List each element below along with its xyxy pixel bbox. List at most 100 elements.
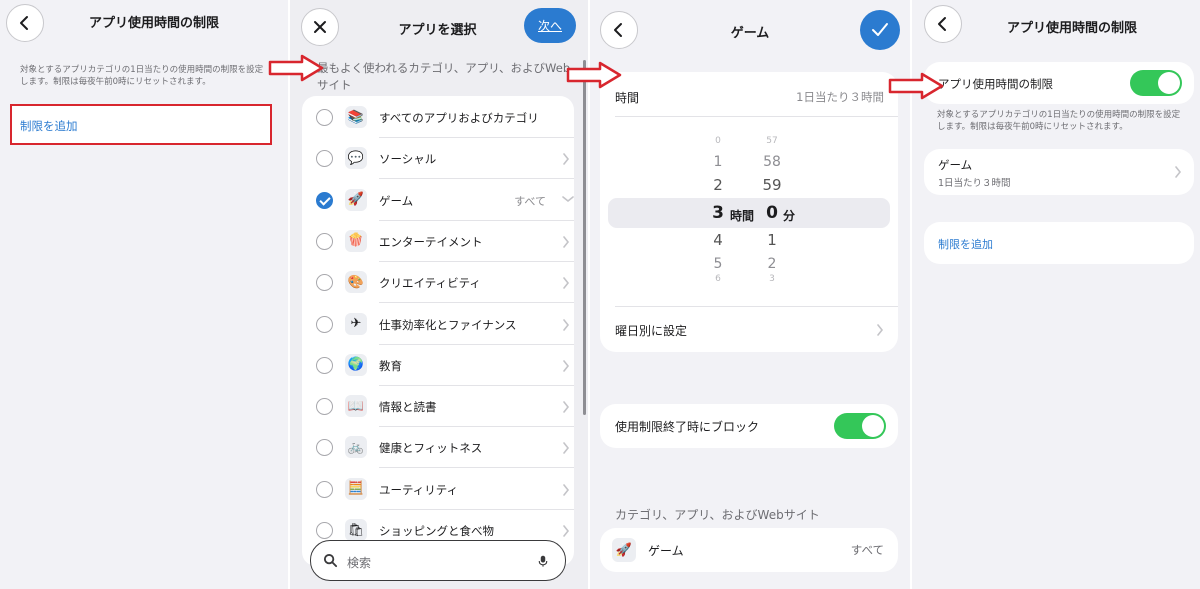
category-value: すべて bbox=[850, 543, 884, 557]
limits-toggle[interactable] bbox=[1130, 70, 1182, 96]
scrollbar[interactable] bbox=[583, 60, 586, 415]
checkmark-icon bbox=[872, 23, 888, 36]
category-label: 健康とフィットネス bbox=[379, 441, 483, 456]
category-row[interactable]: 🎨 クリエイティビティ bbox=[312, 262, 574, 304]
description: 対象とするアプリカテゴリの1日当たりの使用時間の制限を設定します。制限は毎夜午前… bbox=[937, 110, 1181, 132]
picker-hour: 2 bbox=[713, 176, 723, 194]
section-header: カテゴリ、アプリ、およびWebサイト bbox=[615, 508, 820, 522]
add-limit-button[interactable]: 制限を追加 bbox=[924, 222, 1194, 264]
category-icon: 🚲 bbox=[345, 436, 367, 459]
page-title: アプリ使用時間の制限 bbox=[1006, 21, 1137, 36]
chevron-right-icon bbox=[562, 153, 570, 166]
picker-hour-selected: 3 bbox=[712, 203, 724, 223]
search-placeholder: 検索 bbox=[347, 556, 372, 570]
picker-hour: 0 bbox=[715, 136, 721, 146]
block-toggle[interactable] bbox=[834, 413, 886, 439]
category-label: 情報と読書 bbox=[379, 400, 437, 415]
arrow-right-icon bbox=[888, 72, 944, 100]
rocket-icon: 🚀 bbox=[612, 538, 636, 562]
unchecked-radio[interactable] bbox=[316, 439, 333, 457]
hours-unit: 時間 bbox=[730, 209, 755, 223]
category-row[interactable]: 🚲 健康とフィットネス bbox=[312, 427, 574, 469]
category-row[interactable]: ✈ 仕事効率化とファイナンス bbox=[312, 304, 574, 345]
category-name: ゲーム bbox=[648, 544, 684, 558]
picker-minute: 1 bbox=[767, 231, 777, 249]
category-row[interactable]: 🚀 ゲーム すべて bbox=[600, 528, 898, 572]
back-button[interactable] bbox=[6, 4, 44, 42]
arrow-right-icon bbox=[566, 61, 622, 89]
chevron-right-icon bbox=[562, 277, 570, 289]
limits-toggle-row: アプリ使用時間の制限 bbox=[924, 62, 1194, 104]
time-label: 時間 bbox=[615, 91, 640, 105]
back-button[interactable] bbox=[600, 11, 638, 49]
picker-minute: 3 bbox=[769, 274, 775, 284]
chevron-right-icon bbox=[562, 318, 570, 331]
unchecked-radio[interactable] bbox=[316, 274, 333, 292]
unchecked-radio[interactable] bbox=[316, 150, 333, 168]
screen-time-limits-result: アプリ使用時間の制限 アプリ使用時間の制限 対象とするアプリカテゴリの1日当たり… bbox=[912, 0, 1200, 589]
picker-minute: 59 bbox=[762, 176, 782, 194]
sheet-title: アプリを選択 bbox=[398, 23, 477, 38]
chevron-right-icon bbox=[562, 525, 570, 537]
microphone-icon[interactable] bbox=[537, 553, 549, 569]
game-limit-editor: ゲーム 時間 1日当たり３時間 0 1 2 3 時間 4 5 6 57 58 5… bbox=[590, 0, 910, 589]
time-picker[interactable]: 0 1 2 3 時間 4 5 6 57 58 59 0 分 1 2 3 bbox=[600, 122, 898, 292]
unchecked-radio[interactable] bbox=[316, 480, 333, 498]
category-row[interactable]: 📚 すべてのアプリおよびカテゴリ bbox=[312, 97, 574, 138]
chevron-left-icon bbox=[614, 23, 622, 37]
picker-minute: 57 bbox=[766, 136, 778, 146]
back-button[interactable] bbox=[924, 5, 962, 43]
category-row[interactable]: 🌍 教育 bbox=[312, 345, 574, 386]
game-limit-row[interactable]: ゲーム 1日当たり３時間 bbox=[924, 149, 1194, 195]
confirm-button[interactable] bbox=[860, 10, 900, 50]
unchecked-radio[interactable] bbox=[316, 356, 333, 374]
unchecked-radio[interactable] bbox=[316, 315, 333, 333]
category-row[interactable]: 🧮 ユーティリティ bbox=[312, 469, 574, 510]
picker-minute: 58 bbox=[763, 154, 781, 170]
limit-name: ゲーム bbox=[938, 158, 973, 172]
block-label: 使用制限終了時にブロック bbox=[615, 420, 760, 434]
category-row[interactable]: 📖 情報と読書 bbox=[312, 386, 574, 428]
close-icon bbox=[314, 21, 326, 33]
chevron-right-icon bbox=[562, 442, 570, 455]
page-title: ゲーム bbox=[730, 26, 770, 41]
search-input[interactable]: 検索 bbox=[310, 540, 566, 581]
limit-value: 1日当たり３時間 bbox=[938, 178, 1011, 189]
time-value: 1日当たり３時間 bbox=[796, 90, 884, 104]
description: 対象とするアプリカテゴリの1日当たりの使用時間の制限を設定します。制限は毎夜午前… bbox=[20, 65, 264, 87]
chevron-right-icon bbox=[562, 359, 570, 372]
chevron-right-icon bbox=[562, 483, 570, 496]
add-limit-button[interactable]: 制限を追加 bbox=[10, 104, 272, 145]
category-icon: 🌍 bbox=[345, 353, 367, 376]
category-label: すべてのアプリおよびカテゴリ bbox=[379, 111, 539, 125]
category-label: クリエイティビティ bbox=[379, 276, 481, 291]
category-row[interactable]: 🚀 ゲーム すべて bbox=[312, 180, 574, 221]
close-button[interactable] bbox=[301, 8, 339, 46]
arrow-right-icon bbox=[268, 54, 324, 82]
chevron-right-icon bbox=[562, 236, 570, 248]
checked-radio[interactable] bbox=[316, 191, 333, 209]
toggle-label: アプリ使用時間の制限 bbox=[938, 77, 1053, 91]
per-day-row[interactable]: 曜日別に設定 bbox=[600, 307, 898, 352]
picker-hour: 4 bbox=[713, 231, 723, 249]
unchecked-radio[interactable] bbox=[316, 398, 333, 416]
section-header: 最もよく使われるカテゴリ、アプリ、およびWebサイト bbox=[317, 61, 571, 92]
picker-hour: 5 bbox=[713, 256, 723, 272]
block-at-end-row: 使用制限終了時にブロック bbox=[600, 404, 898, 448]
category-icon: ✈ bbox=[345, 312, 367, 335]
category-label: ユーティリティ bbox=[379, 482, 459, 497]
chevron-left-icon bbox=[20, 16, 28, 30]
next-button[interactable]: 次へ bbox=[524, 8, 576, 43]
category-row[interactable]: 💬 ソーシャル bbox=[312, 138, 574, 180]
picker-hour: 1 bbox=[713, 154, 723, 170]
unchecked-radio[interactable] bbox=[316, 522, 333, 539]
unchecked-radio[interactable] bbox=[316, 232, 333, 250]
category-label: 教育 bbox=[379, 358, 402, 373]
add-limit-label: 制限を追加 bbox=[938, 238, 993, 251]
unchecked-radio[interactable] bbox=[316, 109, 333, 126]
choose-apps-sheet: アプリを選択 次へ 最もよく使われるカテゴリ、アプリ、およびWebサイト 📚 すべ… bbox=[290, 0, 588, 589]
add-limit-label: 制限を追加 bbox=[20, 119, 78, 133]
per-day-label: 曜日別に設定 bbox=[615, 324, 688, 338]
picker-minute: 2 bbox=[767, 256, 777, 272]
category-row[interactable]: 🍿 エンターテイメント bbox=[312, 221, 574, 262]
